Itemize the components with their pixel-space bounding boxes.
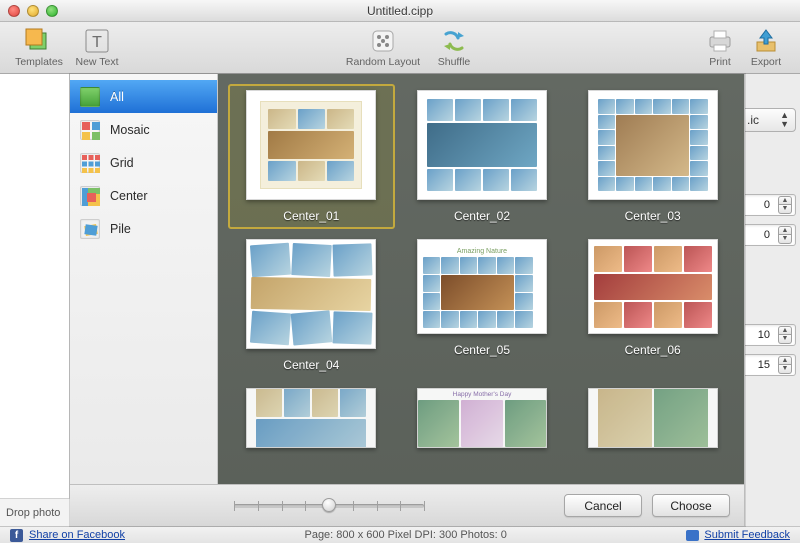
titlebar: Untitled.cipp	[0, 0, 800, 22]
new-text-button[interactable]: T New Text	[68, 27, 126, 68]
spacing-stepper[interactable]: ▲▼	[778, 356, 792, 374]
template-thumb: Happy Mother's Day	[417, 388, 547, 448]
category-list: All Mosaic Grid	[70, 74, 218, 484]
feedback-icon	[686, 530, 699, 541]
category-mosaic[interactable]: Mosaic	[70, 113, 217, 146]
category-label: Pile	[110, 222, 131, 236]
choose-button[interactable]: Choose	[652, 494, 730, 517]
facebook-icon: f	[10, 529, 23, 542]
center-icon	[80, 186, 100, 206]
thumbnail-size-slider[interactable]	[234, 497, 424, 515]
window-title: Untitled.cipp	[0, 4, 800, 18]
submit-feedback-link[interactable]: Submit Feedback	[704, 529, 790, 541]
grid-icon	[80, 153, 100, 173]
template-center-04[interactable]: Center_04	[228, 233, 395, 378]
margin-stepper[interactable]: ▲▼	[778, 326, 792, 344]
workspace: Drop photo .ic ▲▼ 0 ▲▼ 0 ▲▼ 10 ▲▼ 15 ▲▼	[0, 74, 800, 526]
template-caption: Center_02	[454, 209, 510, 223]
template-caption: Center_04	[283, 358, 339, 372]
margin-field[interactable]: 10 ▲▼	[740, 324, 796, 346]
template-thumb	[588, 90, 718, 200]
cancel-button[interactable]: Cancel	[564, 494, 642, 517]
drop-photo-well[interactable]: Drop photo	[0, 498, 70, 526]
toolbar: Templates T New Text Random Layout Shuff…	[0, 22, 800, 74]
status-bar: f Share on Facebook Page: 800 x 600 Pixe…	[0, 526, 800, 543]
template-annotation: Amazing Nature	[423, 246, 541, 257]
height-field[interactable]: 0 ▲▼	[740, 224, 796, 246]
category-center[interactable]: Center	[70, 179, 217, 212]
category-grid[interactable]: Grid	[70, 146, 217, 179]
size-preset-value: .ic	[747, 113, 759, 127]
category-label: All	[110, 90, 124, 104]
templates-icon	[24, 27, 54, 55]
print-button[interactable]: Print	[698, 27, 742, 68]
shuffle-label: Shuffle	[438, 56, 471, 68]
template-thumb	[417, 90, 547, 200]
export-label: Export	[751, 56, 781, 68]
photo-sidebar	[0, 74, 70, 526]
print-label: Print	[709, 56, 731, 68]
template-center-09[interactable]	[569, 382, 736, 454]
category-pile[interactable]: Pile	[70, 212, 217, 245]
template-center-08[interactable]: Happy Mother's Day	[399, 382, 566, 454]
template-thumb	[588, 239, 718, 334]
print-icon	[705, 27, 735, 55]
export-icon	[751, 27, 781, 55]
category-label: Mosaic	[110, 123, 150, 137]
share-facebook-link[interactable]: Share on Facebook	[29, 529, 125, 541]
chooser-footer: Cancel Choose	[70, 484, 744, 526]
template-center-01[interactable]: Center_01	[228, 84, 395, 229]
template-caption: Center_06	[625, 343, 681, 357]
category-all[interactable]: All	[70, 80, 217, 113]
template-caption: Center_01	[283, 209, 339, 223]
dice-icon	[368, 27, 398, 55]
new-text-label: New Text	[76, 56, 119, 68]
pile-icon	[80, 219, 100, 239]
shuffle-button[interactable]: Shuffle	[425, 27, 483, 68]
template-thumb: Amazing Nature	[417, 239, 547, 334]
slider-knob[interactable]	[322, 498, 336, 512]
export-button[interactable]: Export	[742, 27, 790, 68]
template-center-02[interactable]: Center_02	[399, 84, 566, 229]
template-center-05[interactable]: Amazing Nature Center_05	[399, 233, 566, 378]
svg-text:T: T	[92, 34, 102, 51]
template-caption: Center_03	[625, 209, 681, 223]
spacing-field[interactable]: 15 ▲▼	[740, 354, 796, 376]
random-layout-button[interactable]: Random Layout	[341, 27, 425, 68]
template-thumb	[246, 388, 376, 448]
template-chooser: All Mosaic Grid	[70, 74, 745, 526]
template-center-07[interactable]	[228, 382, 395, 454]
template-thumb	[246, 239, 376, 349]
all-icon	[80, 87, 100, 107]
select-arrows-icon: ▲▼	[780, 111, 789, 129]
width-stepper[interactable]: ▲▼	[778, 196, 792, 214]
page-info: Page: 800 x 600 Pixel DPI: 300 Photos: 0	[125, 529, 686, 541]
random-layout-label: Random Layout	[346, 56, 420, 68]
template-center-06[interactable]: Center_06	[569, 233, 736, 378]
size-preset-select[interactable]: .ic ▲▼	[740, 108, 796, 132]
templates-label: Templates	[15, 56, 63, 68]
width-field[interactable]: 0 ▲▼	[740, 194, 796, 216]
template-annotation: Happy Mother's Day	[451, 389, 514, 400]
template-thumb	[588, 388, 718, 448]
shuffle-icon	[439, 27, 469, 55]
height-stepper[interactable]: ▲▼	[778, 226, 792, 244]
templates-button[interactable]: Templates	[10, 27, 68, 68]
inspector-panel: .ic ▲▼ 0 ▲▼ 0 ▲▼ 10 ▲▼ 15 ▲▼	[740, 104, 800, 376]
category-label: Grid	[110, 156, 134, 170]
mosaic-icon	[80, 120, 100, 140]
category-label: Center	[110, 189, 148, 203]
template-grid[interactable]: Center_01 Center_02	[218, 74, 744, 484]
template-caption: Center_05	[454, 343, 510, 357]
template-center-03[interactable]: Center_03	[569, 84, 736, 229]
template-thumb	[246, 90, 376, 200]
new-text-icon: T	[82, 27, 112, 55]
